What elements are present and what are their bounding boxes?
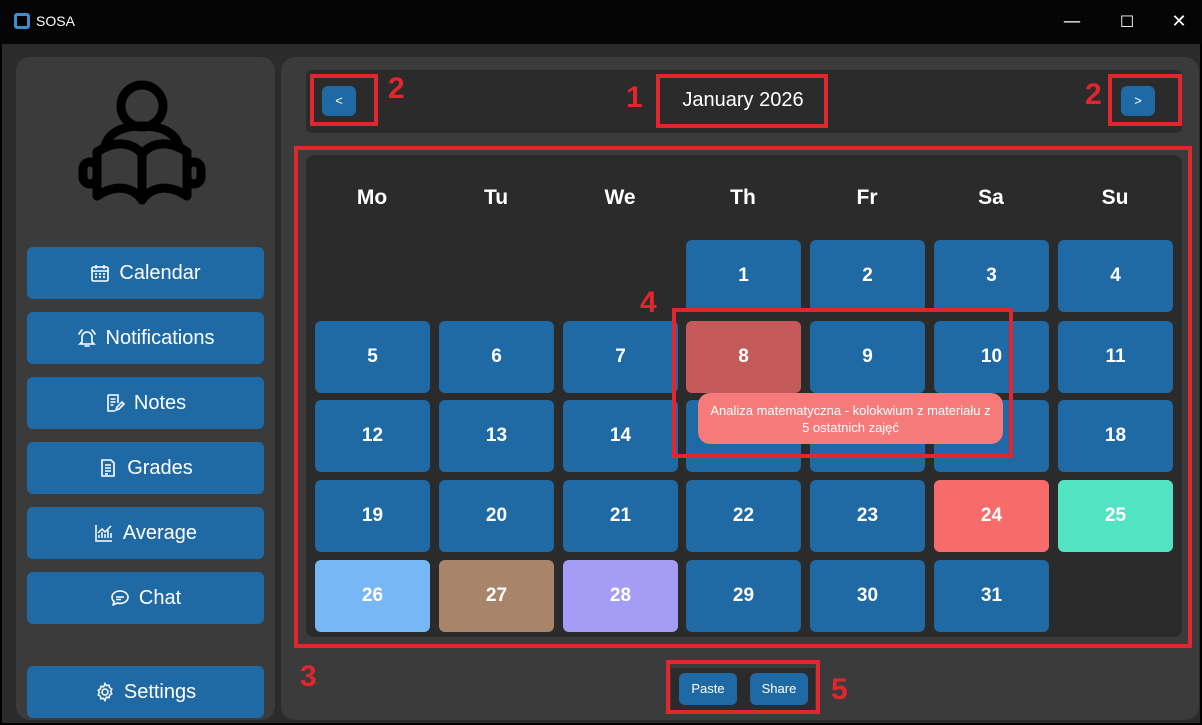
bell-icon — [77, 329, 96, 347]
weekday-header: We — [604, 186, 636, 209]
calendar-day[interactable]: 21 — [563, 480, 678, 552]
share-button[interactable]: Share — [750, 673, 808, 705]
calendar-day[interactable]: 11 — [1058, 321, 1173, 393]
sidebar-item-label: Notifications — [105, 326, 215, 349]
weekday-header: Tu — [483, 186, 509, 209]
calendar-day[interactable]: 30 — [810, 560, 925, 632]
prev-month-button[interactable]: < — [322, 86, 356, 116]
next-month-button[interactable]: > — [1121, 86, 1155, 116]
sidebar-item-label: Notes — [133, 391, 187, 414]
calendar-day[interactable]: 28 — [563, 560, 678, 632]
annotation-number: 3 — [300, 660, 317, 693]
calendar-day[interactable]: 6 — [439, 321, 554, 393]
sidebar-item-grades[interactable]: Grades — [27, 442, 264, 494]
annotation-number: 1 — [626, 81, 643, 114]
sidebar-item-label: Average — [122, 521, 198, 544]
calendar-day[interactable]: 3 — [934, 240, 1049, 312]
minimize-button[interactable]: — — [1049, 4, 1095, 40]
event-tooltip: Analiza matematyczna - kolokwium z mater… — [698, 393, 1003, 444]
weekday-header: Su — [1101, 186, 1129, 209]
sidebar-item-chat[interactable]: Chat — [27, 572, 264, 624]
calendar-day[interactable]: 31 — [934, 560, 1049, 632]
calendar-day[interactable]: 7 — [563, 321, 678, 393]
report-card-icon — [101, 459, 116, 477]
app-icon — [14, 13, 30, 29]
calendar-day[interactable]: 13 — [439, 400, 554, 472]
calendar-day[interactable]: 9 — [810, 321, 925, 393]
calendar-day[interactable]: 18 — [1058, 400, 1173, 472]
calendar-day[interactable]: 25 — [1058, 480, 1173, 552]
calendar-day[interactable]: 12 — [315, 400, 430, 472]
calendar-day[interactable]: 20 — [439, 480, 554, 552]
calendar-day[interactable]: 4 — [1058, 240, 1173, 312]
annotation-number: 4 — [640, 286, 657, 319]
calendar-day[interactable]: 23 — [810, 480, 925, 552]
calendar-day[interactable]: 14 — [563, 400, 678, 472]
chat-bubble-icon — [111, 590, 129, 606]
calendar-day[interactable]: 10 — [934, 321, 1049, 393]
calendar-day[interactable]: 2 — [810, 240, 925, 312]
sidebar-item-label: Calendar — [119, 261, 201, 284]
annotation-number: 2 — [1085, 78, 1102, 111]
gear-icon — [97, 682, 113, 702]
calendar-icon — [91, 265, 110, 282]
maximize-button[interactable]: ☐ — [1104, 4, 1150, 40]
calendar-day[interactable]: 22 — [686, 480, 801, 552]
month-title: January 2026 — [682, 89, 804, 111]
calendar-day[interactable]: 19 — [315, 480, 430, 552]
weekday-header: Th — [730, 186, 756, 209]
chart-icon — [95, 525, 112, 542]
sidebar-item-notes[interactable]: Notes — [27, 377, 264, 429]
title-bar: SOSA — ☐ ✕ — [0, 0, 1202, 44]
settings-button[interactable]: Settings — [27, 666, 264, 718]
calendar-day[interactable]: 27 — [439, 560, 554, 632]
sidebar-item-label: Grades — [127, 456, 193, 479]
calendar-day[interactable]: 5 — [315, 321, 430, 393]
sidebar-item-average[interactable]: Average — [27, 507, 264, 559]
annotation-number: 2 — [388, 72, 405, 105]
calendar-day[interactable]: 24 — [934, 480, 1049, 552]
close-button[interactable]: ✕ — [1156, 4, 1202, 40]
settings-label: Settings — [123, 680, 197, 703]
sidebar-item-calendar[interactable]: Calendar — [27, 247, 264, 299]
note-pen-icon — [107, 394, 125, 412]
weekday-header: Fr — [856, 186, 878, 209]
weekday-header: Mo — [356, 186, 388, 209]
paste-button[interactable]: Paste — [679, 673, 737, 705]
calendar-day[interactable]: 29 — [686, 560, 801, 632]
app-title: SOSA — [36, 13, 75, 29]
sidebar-item-notifications[interactable]: Notifications — [27, 312, 264, 364]
calendar-day[interactable]: 26 — [315, 560, 430, 632]
weekday-header: Sa — [978, 186, 1004, 209]
calendar-day[interactable]: 8 — [686, 321, 801, 393]
calendar-day[interactable]: 1 — [686, 240, 801, 312]
annotation-number: 5 — [831, 673, 848, 706]
reader-book-icon — [78, 80, 206, 205]
sidebar-item-label: Chat — [138, 586, 182, 609]
